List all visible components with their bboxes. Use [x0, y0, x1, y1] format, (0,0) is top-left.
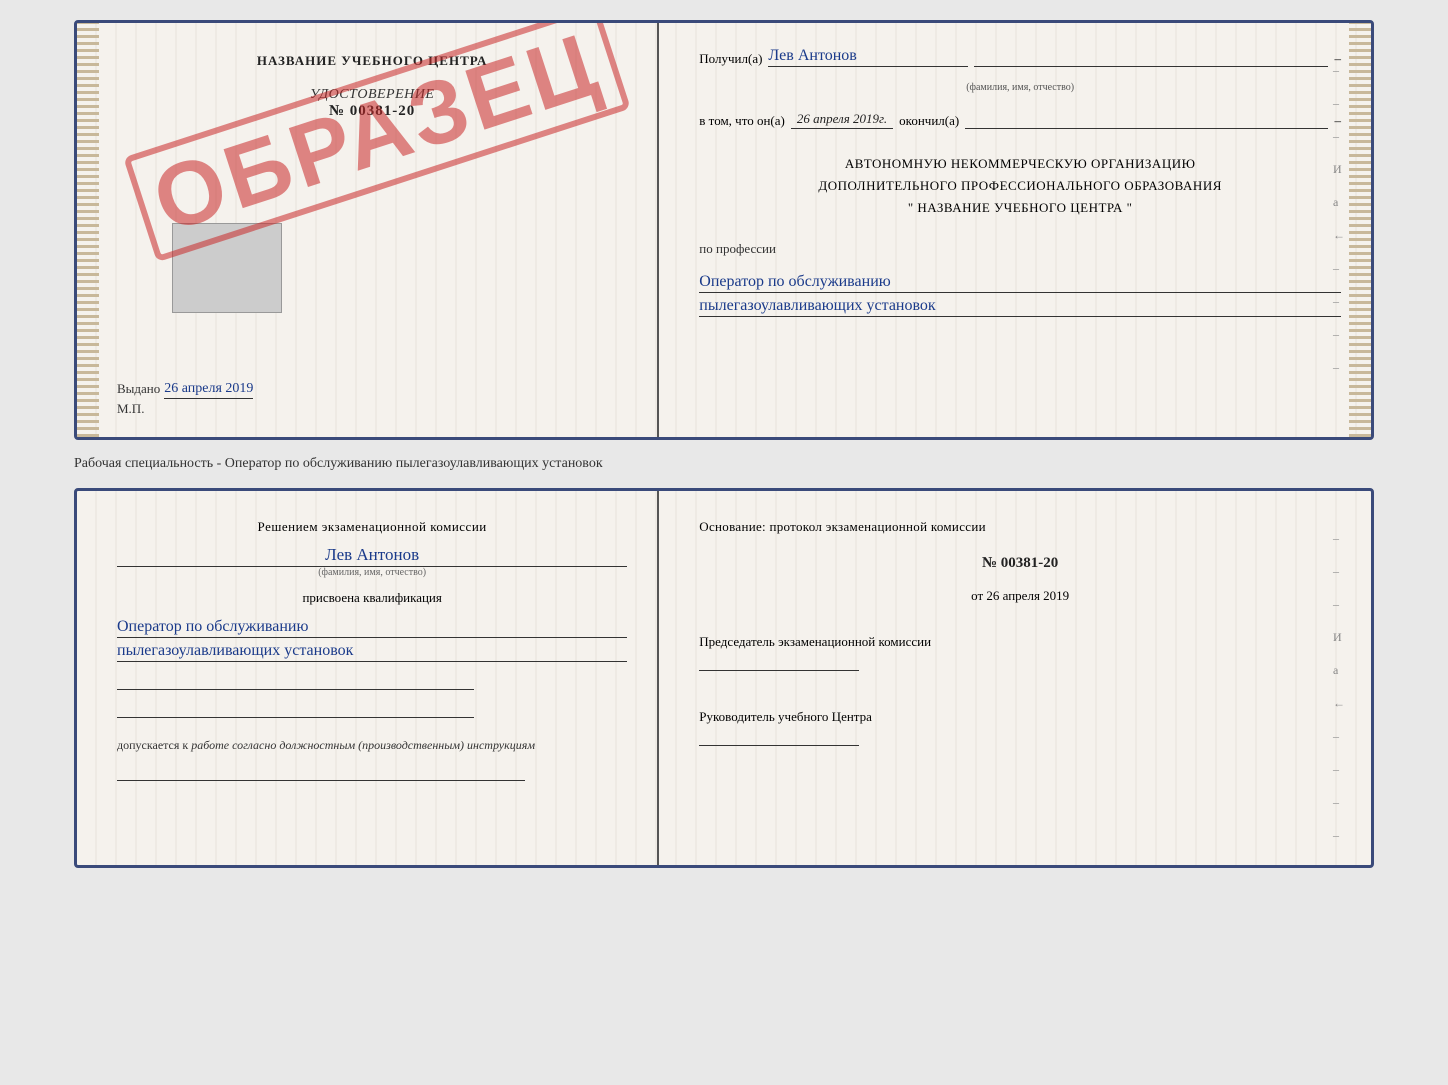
cert-top-left-page: НАЗВАНИЕ УЧЕБНОГО ЦЕНТРА ОБРАЗЕЦ УДОСТОВ…	[77, 23, 659, 437]
blank-line-3	[117, 767, 525, 781]
person-name-bottom: Лев Антонов	[117, 545, 627, 567]
mp-label: М.П.	[117, 401, 144, 417]
dopuskaetsya-block: допускается к работе согласно должностны…	[117, 738, 627, 753]
okochil-label: окончил(а)	[899, 113, 959, 129]
ot-date-row: от 26 апреля 2019	[699, 588, 1341, 604]
udostoverenie-label: УДОСТОВЕРЕНИЕ	[310, 87, 435, 103]
poluchil-label: Получил(а)	[699, 51, 762, 67]
ot-label: от	[971, 588, 983, 603]
separator-text: Рабочая специальность - Оператор по обсл…	[74, 452, 603, 476]
cert-bottom-left-page: Решением экзаменационной комиссии Лев Ан…	[77, 491, 659, 865]
right-edge-marks: – – – И а ← – – – –	[1333, 63, 1345, 375]
vtom-row: в том, что он(а) 26 апреля 2019г. окончи…	[699, 111, 1341, 129]
org-line1: АВТОНОМНУЮ НЕКОММЕРЧЕСКУЮ ОРГАНИЗАЦИЮ	[699, 153, 1341, 175]
predsedatel-signature-line	[699, 657, 859, 671]
po-professii-label: по профессии	[699, 241, 1341, 257]
cert-bottom-right-page: Основание: протокол экзаменационной коми…	[659, 491, 1371, 865]
qual-block: Оператор по обслуживанию пылегазоулавлив…	[117, 618, 627, 662]
predsedatel-label: Председатель экзаменационной комиссии	[699, 632, 1341, 653]
ot-date-value: 26 апреля 2019	[986, 588, 1069, 603]
profession-line2: пылегазоулавливающих установок	[699, 297, 1341, 317]
cert-top-right-page: Получил(а) Лев Антонов – (фамилия, имя, …	[659, 23, 1371, 437]
qual-line1: Оператор по обслуживанию	[117, 618, 627, 638]
completion-date: 26 апреля 2019г.	[791, 111, 893, 129]
protocol-number: № 00381-20	[699, 555, 1341, 572]
vtom-label: в том, что он(а)	[699, 113, 785, 129]
vydano-label: Выдано	[117, 381, 160, 401]
osnovanie-label: Основание: протокол экзаменационной коми…	[699, 519, 1341, 535]
resheniem-label: Решением экзаменационной комиссии	[117, 519, 627, 535]
fio-sub-label: (фамилия, имя, отчество)	[699, 82, 1341, 93]
prisvoyena-label: присвоена квалификация	[117, 590, 627, 606]
profession-block: Оператор по обслуживанию пылегазоулавлив…	[699, 269, 1341, 317]
fio-sub-bottom: (фамилия, имя, отчество)	[117, 567, 627, 578]
udost-number: № 00381-20	[310, 103, 435, 120]
cert-school-title: НАЗВАНИЕ УЧЕБНОГО ЦЕНТРА	[257, 53, 488, 69]
vydano-date: 26 апреля 2019	[164, 381, 253, 399]
dopusk-value: работе согласно должностным (производств…	[191, 738, 535, 752]
document-container: НАЗВАНИЕ УЧЕБНОГО ЦЕНТРА ОБРАЗЕЦ УДОСТОВ…	[74, 20, 1374, 868]
qual-line2: пылегазоулавливающих установок	[117, 642, 627, 662]
dash-after-name	[974, 66, 1328, 67]
photo-placeholder	[172, 223, 282, 313]
recipient-name: Лев Антонов	[768, 47, 968, 67]
top-certificate-spread: НАЗВАНИЕ УЧЕБНОГО ЦЕНТРА ОБРАЗЕЦ УДОСТОВ…	[74, 20, 1374, 440]
poluchil-row: Получил(а) Лев Антонов –	[699, 47, 1341, 67]
rukovoditel-label: Руководитель учебного Центра	[699, 707, 1341, 728]
profession-line1: Оператор по обслуживанию	[699, 273, 1341, 293]
rukovoditel-block: Руководитель учебного Центра	[699, 707, 1341, 754]
predsedatel-block: Председатель экзаменационной комиссии	[699, 632, 1341, 679]
org-line2: ДОПОЛНИТЕЛЬНОГО ПРОФЕССИОНАЛЬНОГО ОБРАЗО…	[699, 175, 1341, 197]
dopusk-label: допускается к	[117, 738, 188, 752]
right-binding-decoration	[1349, 23, 1371, 437]
dash-okochil	[965, 128, 1328, 129]
rukovoditel-signature-line	[699, 732, 859, 746]
udostoverenie-block: УДОСТОВЕРЕНИЕ № 00381-20	[310, 87, 435, 120]
bottom-certificate-spread: Решением экзаменационной комиссии Лев Ан…	[74, 488, 1374, 868]
org-name-quotes: " НАЗВАНИЕ УЧЕБНОГО ЦЕНТРА "	[699, 197, 1341, 219]
bottom-right-edge-marks: – – – И а ← – – – –	[1333, 531, 1345, 843]
org-block: АВТОНОМНУЮ НЕКОММЕРЧЕСКУЮ ОРГАНИЗАЦИЮ ДО…	[699, 153, 1341, 219]
blank-line-2	[117, 704, 474, 718]
blank-line-1	[117, 676, 474, 690]
